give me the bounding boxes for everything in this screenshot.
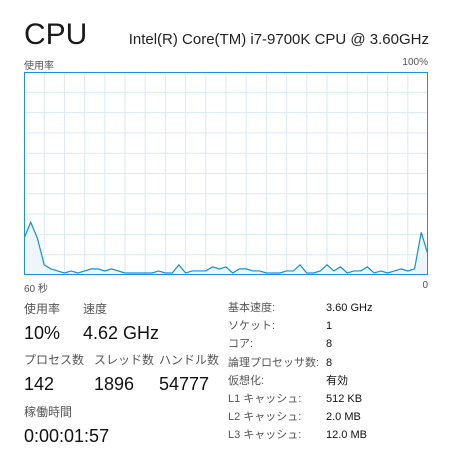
detail-value: 8 bbox=[326, 338, 333, 351]
detail-key: L3 キャッシュ: bbox=[228, 429, 302, 442]
stat-speed: 速度 4.62 GHz bbox=[83, 302, 159, 344]
detail-key: コア: bbox=[228, 338, 254, 351]
detail-value: 有効 bbox=[326, 374, 348, 387]
detail-value: 2.0 MB bbox=[326, 411, 361, 424]
threads-value: 1896 bbox=[94, 374, 135, 394]
detail-key: L1 キャッシュ: bbox=[228, 392, 302, 405]
handles-label: ハンドル数 bbox=[159, 353, 220, 367]
detail-value: 512 KB bbox=[326, 392, 363, 405]
detail-key: 仮想化: bbox=[228, 374, 265, 387]
stat-handles: ハンドル数 54777 bbox=[159, 353, 219, 395]
detail-key: ソケット: bbox=[228, 320, 276, 333]
detail-value: 12.0 MB bbox=[326, 429, 367, 442]
detail-value: 3.60 GHz bbox=[326, 302, 373, 314]
cpu-usage-graph bbox=[24, 72, 428, 275]
chart-zero-label: 0 bbox=[422, 280, 428, 291]
stat-uptime: 稼働時間 0:00:01:57 bbox=[24, 405, 109, 447]
stat-threads: スレッド数 1896 bbox=[94, 353, 154, 395]
stat-usage: 使用率 10% bbox=[24, 302, 60, 344]
handles-value: 54777 bbox=[159, 374, 210, 394]
uptime-value: 0:00:01:57 bbox=[24, 426, 110, 446]
processes-label: プロセス数 bbox=[24, 353, 85, 367]
threads-label: スレッド数 bbox=[94, 353, 155, 367]
processes-value: 142 bbox=[24, 374, 55, 394]
detail-key: L2 キャッシュ: bbox=[228, 411, 302, 424]
usage-label: 使用率 bbox=[24, 302, 61, 316]
detail-key: 論理プロセッサ数: bbox=[228, 356, 320, 369]
detail-value: 8 bbox=[326, 356, 333, 369]
cpu-usage-chart bbox=[24, 72, 428, 275]
cpu-title: CPU bbox=[24, 18, 88, 51]
detail-key: 基本速度: bbox=[228, 302, 276, 314]
detail-value: 1 bbox=[326, 320, 333, 333]
chart-usage-label: 使用率 bbox=[24, 61, 54, 72]
stat-processes: プロセス数 142 bbox=[24, 353, 84, 395]
chart-max-label: 100% bbox=[402, 57, 428, 68]
cpu-model-name: Intel(R) Core(TM) i7-9700K CPU @ 3.60GHz bbox=[128, 31, 429, 48]
uptime-label: 稼働時間 bbox=[24, 405, 73, 419]
chart-time-span-label: 60 秒 bbox=[24, 284, 48, 295]
speed-value: 4.62 GHz bbox=[83, 323, 160, 343]
usage-value: 10% bbox=[24, 323, 61, 343]
speed-label: 速度 bbox=[83, 302, 108, 316]
